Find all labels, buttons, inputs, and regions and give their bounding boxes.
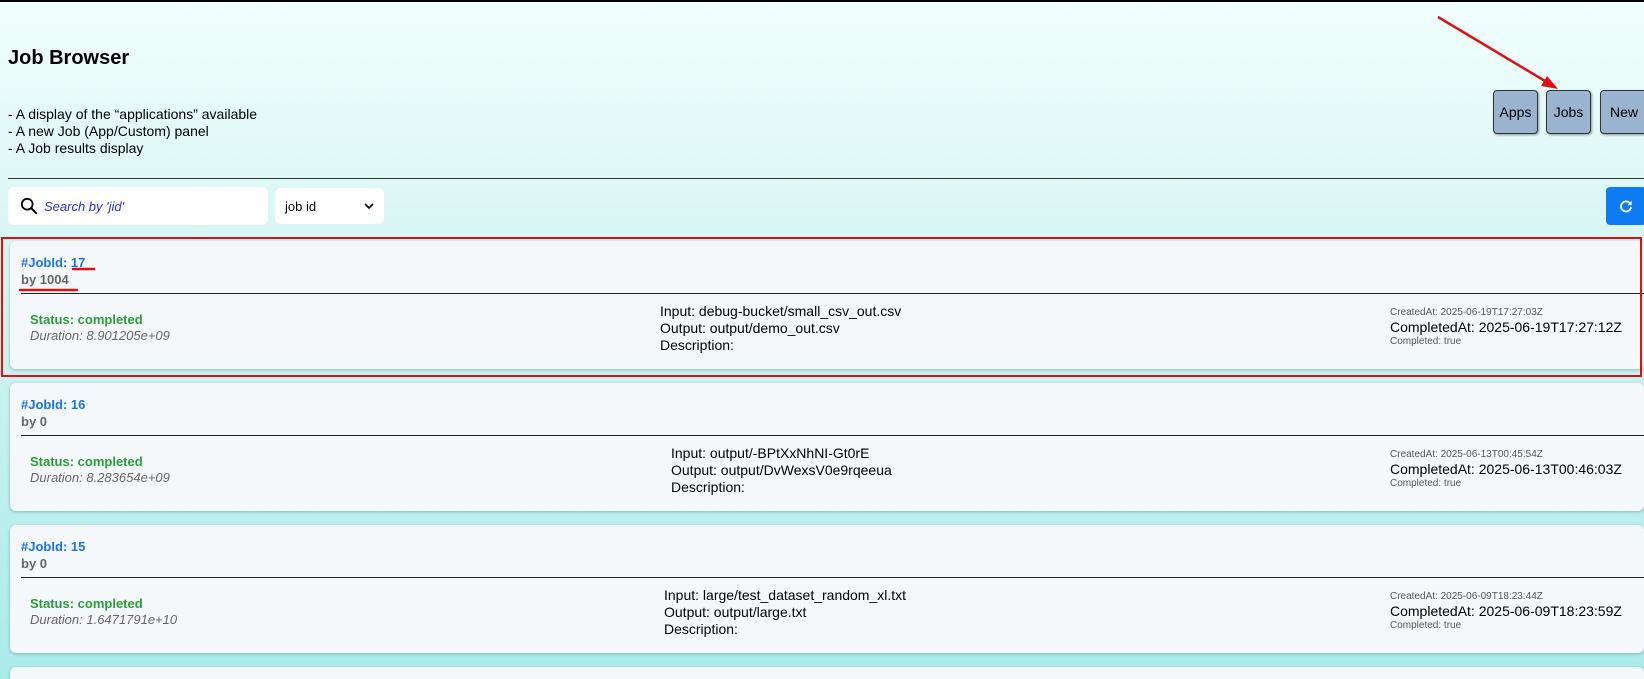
job-card-partial[interactable] — [10, 667, 1644, 679]
job-status: Status: completed — [30, 312, 143, 327]
card-divider — [21, 293, 1644, 294]
job-card[interactable]: #JobId: 16 by 0 Status: completed Durati… — [10, 383, 1644, 511]
job-duration: Duration: 8.901205e+09 — [30, 328, 170, 343]
search-icon — [20, 197, 38, 215]
job-completed-at: CompletedAt: 2025-06-19T17:27:12Z — [1390, 319, 1622, 335]
job-status: Status: completed — [30, 454, 143, 469]
job-created-at: CreatedAt: 2025-06-09T18:23:44Z — [1390, 591, 1543, 602]
job-description: Description: — [660, 337, 734, 353]
header-divider — [8, 178, 1644, 179]
job-output: Output: output/demo_out.csv — [660, 320, 840, 336]
job-input: Input: output/-BPtXxNhNI-Gt0rE — [671, 445, 870, 461]
search-input[interactable] — [42, 197, 256, 215]
job-owner: by 0 — [21, 414, 48, 429]
page-title: Job Browser — [8, 47, 130, 69]
job-id[interactable]: #JobId: 17 — [21, 255, 85, 270]
new-button[interactable]: New — [1600, 90, 1644, 134]
header: Job Browser - A display of the “applicat… — [0, 0, 1644, 180]
job-owner: by 0 — [21, 556, 48, 571]
refresh-icon — [1620, 200, 1632, 213]
job-output: Output: output/large.txt — [664, 604, 807, 620]
job-created-at: CreatedAt: 2025-06-19T17:27:03Z — [1390, 307, 1543, 318]
job-description: Description: — [664, 621, 738, 637]
refresh-button[interactable] — [1606, 187, 1644, 225]
job-output: Output: output/DvWexsV0e9rqeeua — [671, 462, 892, 478]
search-box[interactable] — [8, 187, 268, 225]
select-value: job id — [285, 198, 317, 214]
card-divider — [21, 435, 1644, 436]
job-input: Input: debug-bucket/small_csv_out.csv — [660, 303, 902, 319]
jobs-button[interactable]: Jobs — [1546, 90, 1591, 134]
chevron-down-icon — [364, 203, 374, 210]
job-input: Input: large/test_dataset_random_xl.txt — [664, 587, 907, 603]
search-filter-select[interactable]: job id — [275, 188, 384, 224]
job-id[interactable]: #JobId: 16 — [21, 397, 85, 412]
job-card[interactable]: #JobId: 17 by 1004 Status: completed Dur… — [10, 241, 1644, 369]
job-completed-flag: Completed: true — [1390, 478, 1462, 489]
job-completed-at: CompletedAt: 2025-06-09T18:23:59Z — [1390, 603, 1622, 619]
description-line: - A display of the “applications” availa… — [8, 106, 258, 122]
job-card[interactable]: #JobId: 15 by 0 Status: completed Durati… — [10, 525, 1644, 653]
job-duration: Duration: 8.283654e+09 — [30, 470, 170, 485]
card-divider — [21, 577, 1644, 578]
apps-button[interactable]: Apps — [1493, 90, 1538, 134]
description-line: - A Job results display — [8, 140, 144, 156]
job-completed-at: CompletedAt: 2025-06-13T00:46:03Z — [1390, 461, 1622, 477]
job-completed-flag: Completed: true — [1390, 336, 1462, 347]
job-io: Input: output/-BPtXxNhNI-Gt0rE Output: o… — [671, 445, 892, 496]
job-id[interactable]: #JobId: 15 — [21, 539, 85, 554]
job-created-at: CreatedAt: 2025-06-13T00:45:54Z — [1390, 449, 1543, 460]
job-completed-flag: Completed: true — [1390, 620, 1462, 631]
description-line: - A new Job (App/Custom) panel — [8, 123, 209, 139]
page-description: - A display of the “applications” availa… — [8, 106, 257, 157]
job-status: Status: completed — [30, 596, 143, 611]
job-owner: by 1004 — [21, 272, 69, 287]
job-io: Input: large/test_dataset_random_xl.txt … — [664, 587, 906, 638]
job-description: Description: — [671, 479, 745, 495]
job-duration: Duration: 1.6471791e+10 — [30, 612, 178, 627]
job-io: Input: debug-bucket/small_csv_out.csv Ou… — [660, 303, 901, 354]
